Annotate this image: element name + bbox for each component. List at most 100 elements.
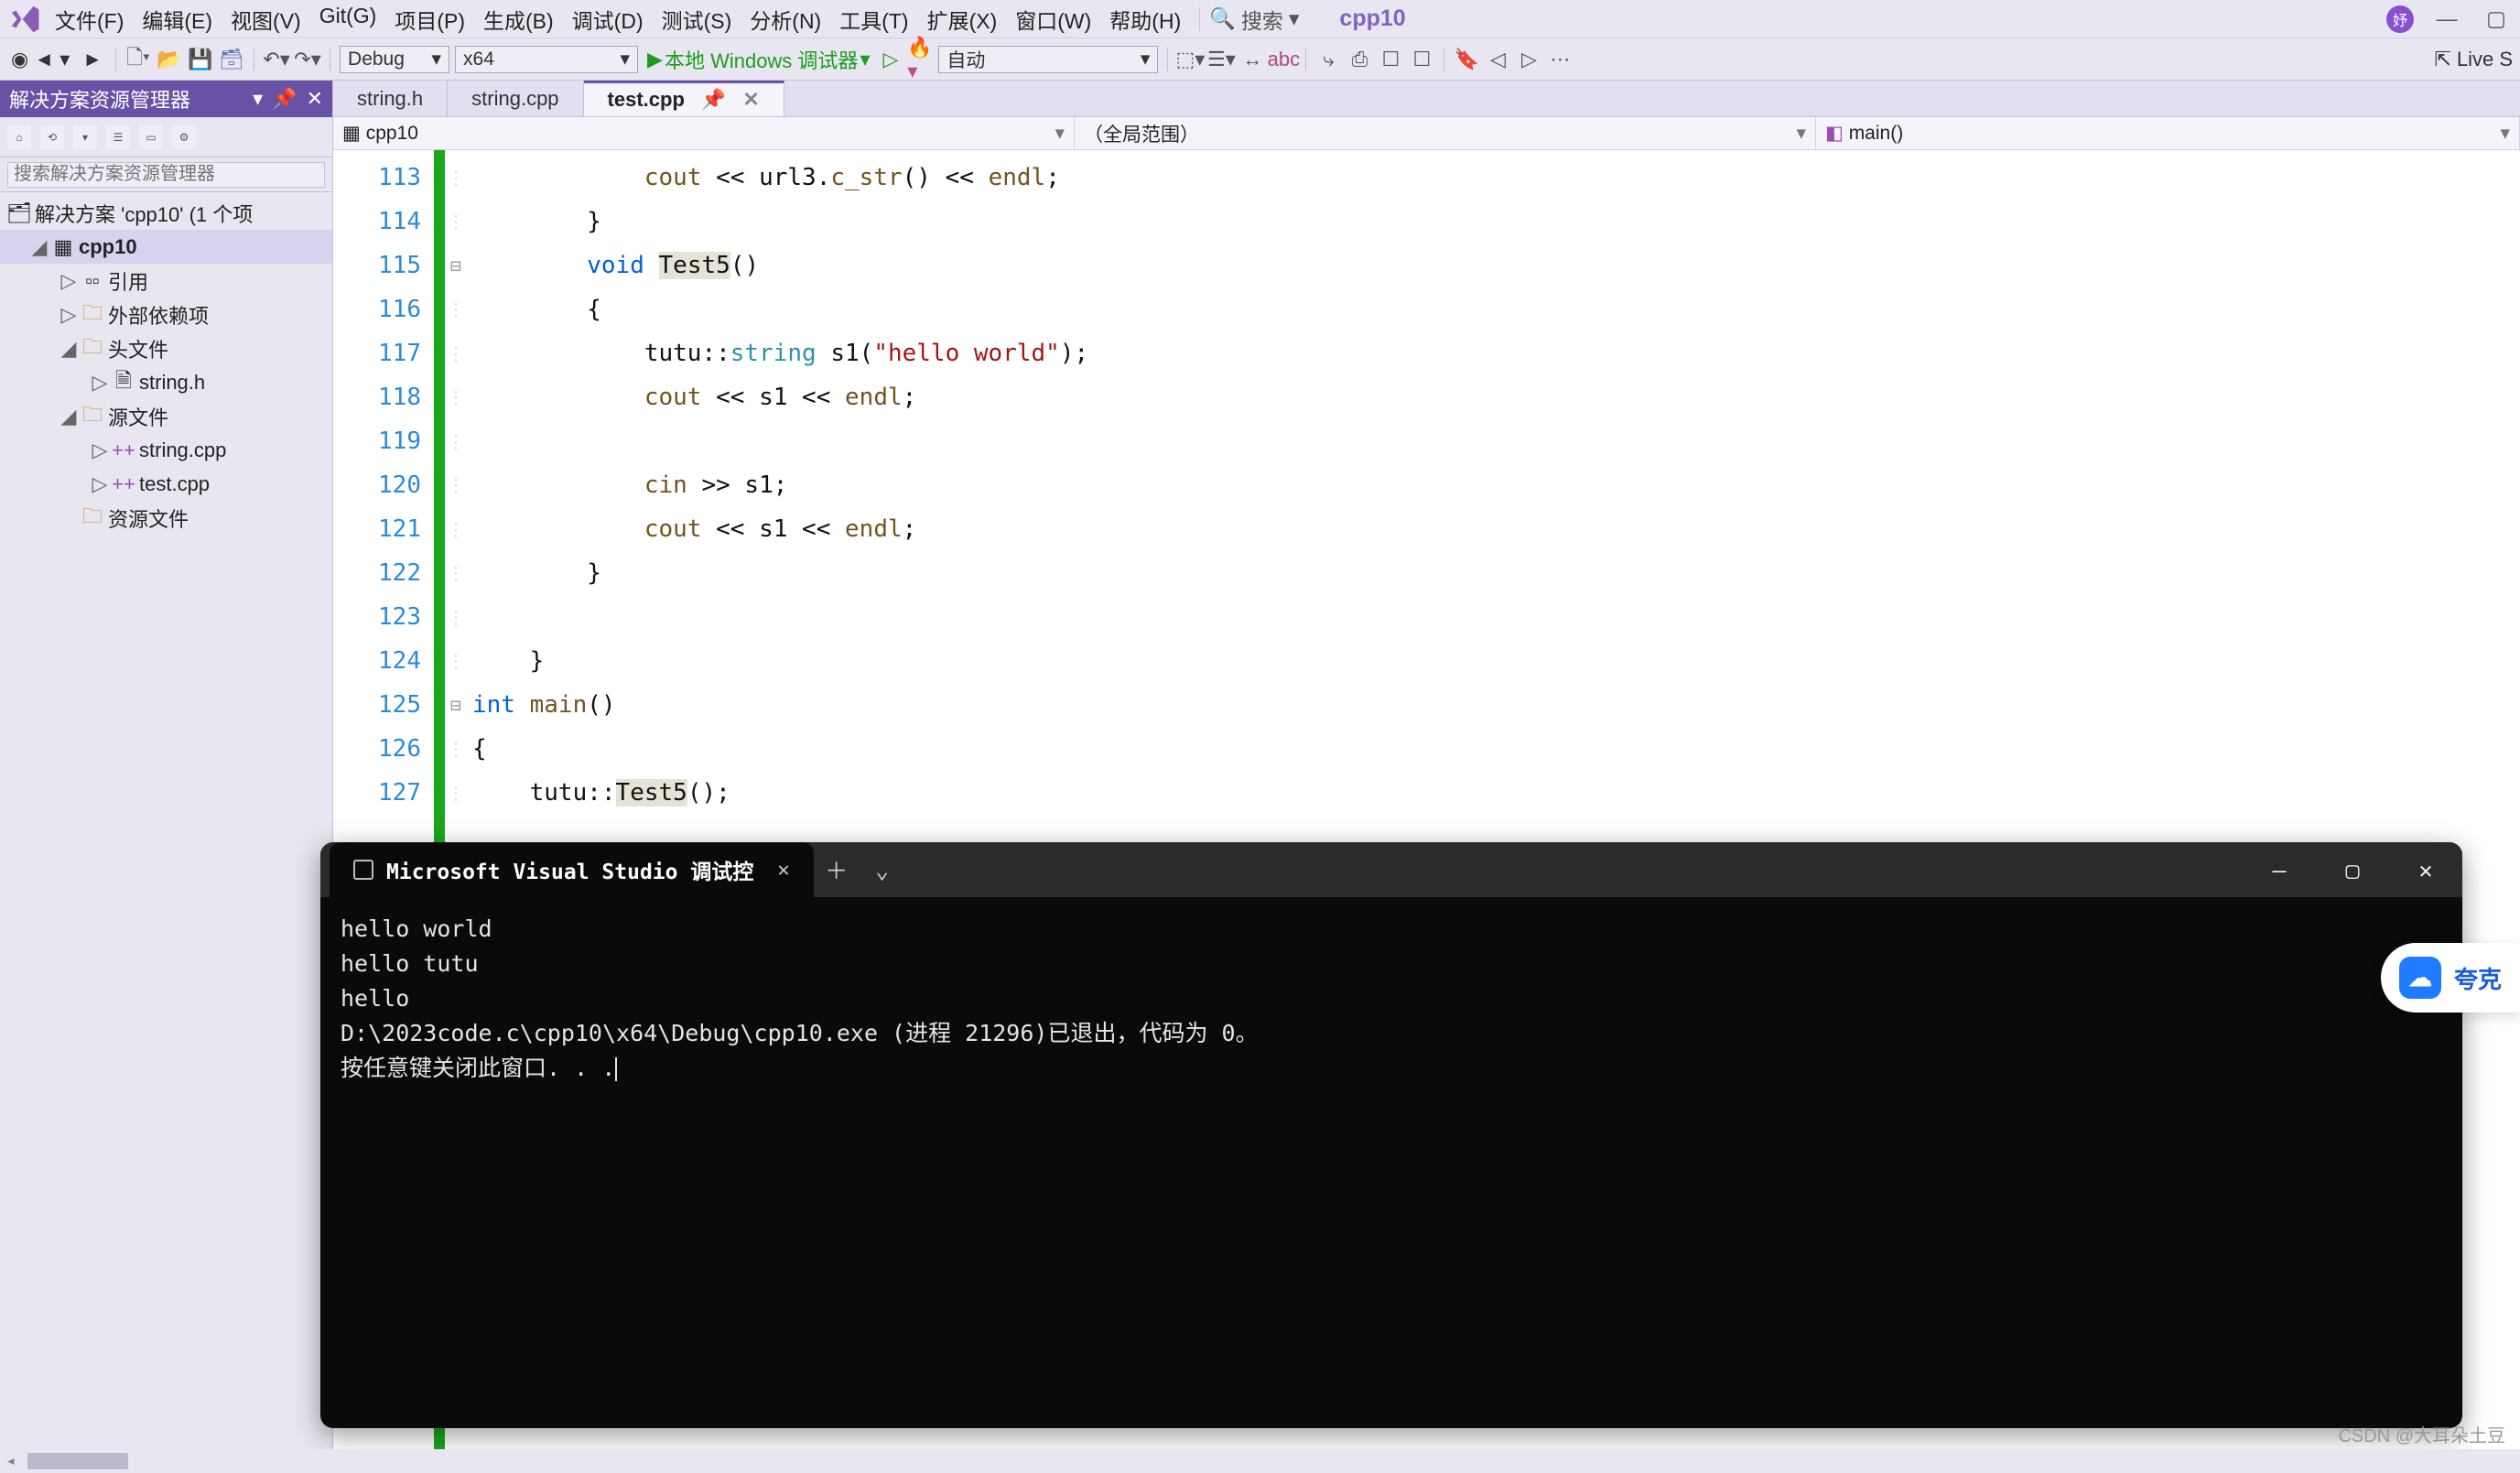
tool-icon-1[interactable]: ⬚▾ bbox=[1177, 47, 1203, 72]
header-file-item[interactable]: ▷ 🗎 string.h bbox=[0, 365, 332, 399]
close-tab-icon[interactable]: ✕ bbox=[742, 88, 759, 112]
close-panel-icon[interactable]: ✕ bbox=[307, 87, 323, 111]
user-avatar[interactable]: 妤 bbox=[2386, 5, 2414, 33]
refs-icon: ▫▫ bbox=[82, 271, 103, 291]
console-output[interactable]: hello worldhello tutuhelloD:\2023code.c\… bbox=[320, 897, 2462, 1100]
overflow-icon[interactable]: ⋯ bbox=[1547, 47, 1573, 72]
tool-icon-2[interactable]: ☰▾ bbox=[1208, 47, 1234, 72]
external-deps-node[interactable]: ▷ 🗀 外部依赖项 bbox=[0, 298, 332, 331]
expand-icon[interactable]: ▷ bbox=[60, 269, 77, 293]
menu-item[interactable]: 工具(T) bbox=[830, 0, 917, 38]
source-file-item[interactable]: ▷ ++ test.cpp bbox=[0, 467, 332, 501]
console-maximize-button[interactable]: ▢ bbox=[2316, 842, 2389, 897]
menu-item[interactable]: 视图(V) bbox=[222, 0, 310, 38]
folder-icon: 🗀 bbox=[82, 406, 103, 427]
member-scope-combo[interactable]: ◧ main()▾ bbox=[1816, 117, 2520, 149]
step-icon-3[interactable]: ☐ bbox=[1378, 47, 1403, 72]
menu-item[interactable]: Git(G) bbox=[310, 0, 386, 38]
menu-item[interactable]: 生成(B) bbox=[474, 0, 563, 38]
main-toolbar: ◉ ◄ ▾ ► 🗋▾ 📂 💾 🗃 ↶▾ ↷▾ Debug▾ x64▾ ▶ 本地 … bbox=[0, 38, 2520, 81]
nav-back-button[interactable]: ◉ ◄ ▾ bbox=[7, 46, 73, 73]
horizontal-scrollbar[interactable]: ◄ bbox=[0, 1449, 2520, 1473]
new-tab-button[interactable]: ＋ bbox=[814, 842, 860, 897]
cloud-icon: ☁ bbox=[2399, 957, 2441, 999]
tab-string-cpp[interactable]: string.cpp bbox=[448, 81, 583, 116]
platform-combo[interactable]: x64▾ bbox=[455, 46, 638, 73]
code-navbar: ▦ cpp10▾ （全局范围）▾ ◧ main()▾ bbox=[333, 117, 2520, 150]
auto-combo[interactable]: 自动▾ bbox=[938, 46, 1158, 73]
vs-logo-icon bbox=[7, 2, 42, 37]
step-icon-1[interactable]: ⤷ bbox=[1315, 47, 1341, 72]
nav-icon-b[interactable]: ▷ bbox=[1516, 47, 1541, 72]
console-close-button[interactable]: ✕ bbox=[2389, 842, 2462, 897]
pin-tab-icon[interactable]: 📌 bbox=[701, 88, 726, 112]
redo-icon[interactable]: ↷▾ bbox=[295, 47, 320, 72]
terminal-icon bbox=[353, 860, 373, 880]
solution-search-input[interactable] bbox=[7, 162, 325, 188]
new-item-icon[interactable]: 🗋▾ bbox=[125, 47, 151, 72]
bookmark-icon[interactable]: 🔖 bbox=[1454, 47, 1479, 72]
solution-toolbar: ⌂ ⟲ ▾ ☰ ▭ ⚙ bbox=[0, 117, 332, 157]
project-node[interactable]: ◢ ▦ cpp10 bbox=[0, 230, 332, 264]
sources-node[interactable]: ◢ 🗀 源文件 bbox=[0, 399, 332, 433]
filter-icon[interactable]: ☰ bbox=[106, 125, 130, 149]
open-icon[interactable]: 📂 bbox=[157, 47, 182, 72]
source-file-item[interactable]: ▷ ++ string.cpp bbox=[0, 433, 332, 467]
menu-item[interactable]: 文件(F) bbox=[46, 0, 133, 38]
live-share-button[interactable]: ⇱ Live S bbox=[2434, 48, 2513, 71]
tab-string-h[interactable]: string.h bbox=[333, 81, 448, 116]
nav-icon-a[interactable]: ◁ bbox=[1485, 47, 1510, 72]
project-scope-combo[interactable]: ▦ cpp10▾ bbox=[333, 117, 1075, 149]
global-search[interactable]: 🔍 搜索 ▾ bbox=[1209, 4, 1299, 35]
config-combo[interactable]: Debug▾ bbox=[340, 46, 449, 73]
minimize-button[interactable]: — bbox=[2430, 3, 2463, 36]
console-minimize-button[interactable]: — bbox=[2243, 842, 2316, 897]
props-icon[interactable]: ⚙ bbox=[172, 125, 196, 149]
menu-item[interactable]: 扩展(X) bbox=[918, 0, 1007, 38]
collapse-icon[interactable]: ◢ bbox=[31, 235, 48, 259]
undo-icon[interactable]: ↶▾ bbox=[264, 47, 289, 72]
save-icon[interactable]: 💾 bbox=[188, 47, 213, 72]
menu-item[interactable]: 窗口(W) bbox=[1006, 0, 1100, 38]
namespace-scope-combo[interactable]: （全局范围）▾ bbox=[1075, 117, 1816, 149]
tool-icon-4[interactable]: abc bbox=[1271, 47, 1296, 72]
menu-item[interactable]: 帮助(H) bbox=[1100, 0, 1190, 38]
search-label: 搜索 bbox=[1241, 4, 1283, 35]
quark-side-badge[interactable]: ☁ 夸克 bbox=[2381, 943, 2520, 1013]
step-icon-2[interactable]: ⎙ bbox=[1347, 47, 1372, 72]
save-all-icon[interactable]: 🗃 bbox=[219, 47, 244, 72]
start-debug-button[interactable]: ▶ 本地 Windows 调试器 ▾ bbox=[644, 43, 873, 76]
menu-item[interactable]: 项目(P) bbox=[385, 0, 474, 38]
resources-node[interactable]: 🗀 资源文件 bbox=[0, 501, 332, 535]
restore-button[interactable]: ▢ bbox=[2480, 3, 2513, 36]
pin-icon[interactable]: 📌 bbox=[272, 87, 297, 111]
step-icon-4[interactable]: ☐ bbox=[1409, 47, 1434, 72]
menu-item[interactable]: 调试(D) bbox=[563, 0, 653, 38]
separator bbox=[1199, 7, 1200, 31]
collapse-icon[interactable]: ◢ bbox=[60, 337, 77, 361]
menu-item[interactable]: 测试(S) bbox=[653, 0, 741, 38]
scroll-thumb[interactable] bbox=[27, 1453, 128, 1469]
menu-item[interactable]: 分析(N) bbox=[741, 0, 830, 38]
console-tab[interactable]: Microsoft Visual Studio 调试控 ✕ bbox=[330, 842, 814, 897]
sync-icon[interactable]: ⟲ bbox=[40, 125, 64, 149]
nav-fwd-button[interactable]: ► bbox=[79, 46, 106, 73]
show-all-icon[interactable]: ▭ bbox=[139, 125, 163, 149]
editor-tabbar: string.h string.cpp test.cpp 📌 ✕ bbox=[333, 81, 2520, 117]
tab-test-cpp[interactable]: test.cpp 📌 ✕ bbox=[584, 81, 784, 116]
start-nodebug-button[interactable]: ▷ bbox=[879, 46, 902, 73]
home-icon[interactable]: ⌂ bbox=[7, 125, 31, 149]
close-tab-icon[interactable]: ✕ bbox=[777, 859, 789, 882]
solution-root[interactable]: 🗂 解决方案 'cpp10' (1 个项 bbox=[0, 196, 332, 230]
headers-node[interactable]: ◢ 🗀 头文件 bbox=[0, 331, 332, 365]
tab-menu-button[interactable]: ⌄ bbox=[860, 842, 905, 897]
view-icon[interactable]: ▾ bbox=[73, 125, 97, 149]
references-node[interactable]: ▷ ▫▫ 引用 bbox=[0, 264, 332, 298]
scroll-left-icon[interactable]: ◄ bbox=[5, 1455, 16, 1468]
panel-menu-icon[interactable]: ▾ bbox=[253, 87, 263, 111]
console-titlebar[interactable]: Microsoft Visual Studio 调试控 ✕ ＋ ⌄ — ▢ ✕ bbox=[320, 842, 2462, 897]
tool-icon-3[interactable]: ↔ bbox=[1239, 47, 1265, 72]
hot-reload-icon[interactable]: 🔥▾ bbox=[907, 47, 933, 72]
menu-item[interactable]: 编辑(E) bbox=[133, 0, 222, 38]
solution-icon: 🗂 bbox=[9, 203, 29, 223]
